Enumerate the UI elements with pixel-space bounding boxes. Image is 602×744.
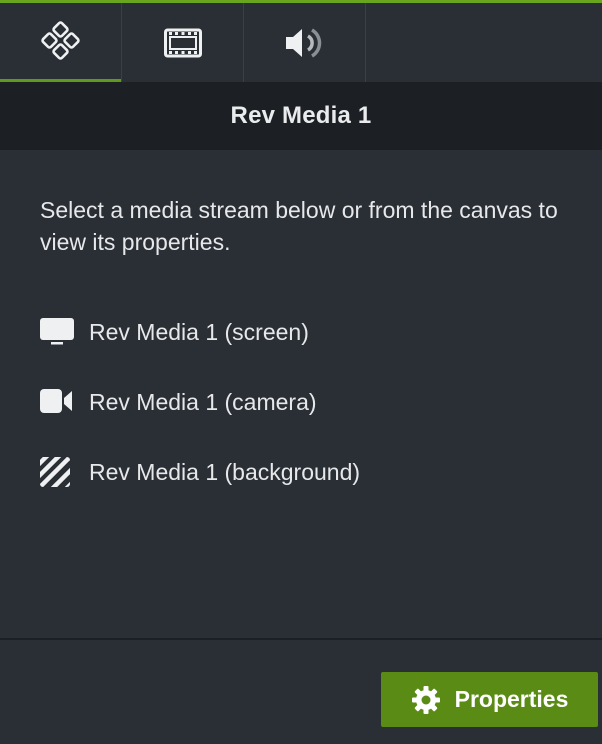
diamond-grid-icon [40,20,80,60]
stream-item-screen[interactable]: Rev Media 1 (screen) [40,312,309,352]
properties-panel: Select a media stream below or from the … [0,150,602,638]
film-strip-icon [163,28,202,57]
panel-footer: Properties [0,640,602,744]
stream-label: Rev Media 1 (screen) [89,318,309,345]
screen-icon [40,317,74,347]
stream-label: Rev Media 1 (camera) [89,388,317,415]
tab-visual-properties[interactable] [0,3,122,82]
page-title: Rev Media 1 [230,102,372,129]
tab-bar [0,3,602,82]
speaker-icon [285,27,321,58]
gear-icon [411,685,441,715]
panel-header: Rev Media 1 [0,82,602,150]
properties-button-label: Properties [454,686,569,712]
stream-item-camera[interactable]: Rev Media 1 (camera) [40,382,317,422]
camera-icon [40,387,74,417]
stream-item-background[interactable]: Rev Media 1 (background) [40,452,360,492]
tab-video-properties[interactable] [122,3,244,82]
instructions-text: Select a media stream below or from the … [40,197,558,255]
stream-label: Rev Media 1 (background) [89,458,361,485]
properties-button[interactable]: Properties [381,672,598,727]
tab-audio-properties[interactable] [244,3,366,82]
background-icon [40,457,74,487]
